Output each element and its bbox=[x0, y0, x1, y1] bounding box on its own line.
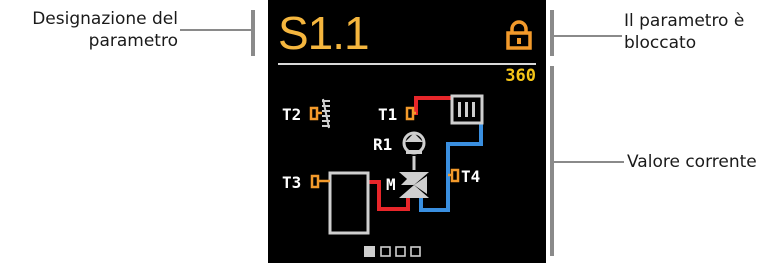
pump-r1-label: R1 bbox=[373, 135, 392, 154]
right-top-callout-bracket bbox=[550, 10, 554, 56]
page-indicator-dot-1-active bbox=[364, 246, 375, 257]
parameter-locked-label: Il parametro è bloccato bbox=[624, 10, 744, 54]
controller-screen: S1.1 360 T2 T1 R1 T3 T4 M bbox=[268, 0, 546, 263]
right-mid-callout-leader bbox=[554, 161, 624, 163]
parameter-locked-line-2: bloccato bbox=[624, 33, 697, 53]
current-value-label: Valore corrente bbox=[627, 152, 757, 172]
left-callout-bracket bbox=[251, 10, 255, 56]
sensor-t4-label: T4 bbox=[461, 167, 480, 186]
cold-pipes bbox=[419, 121, 483, 212]
page-indicator-dot-4 bbox=[410, 246, 421, 257]
storage-tank-icon bbox=[328, 171, 370, 235]
right-top-callout-leader bbox=[554, 35, 622, 37]
sensor-t2-connector bbox=[309, 106, 319, 121]
sensor-t2-element bbox=[322, 98, 330, 129]
parameter-locked-line-1: Il parametro è bbox=[624, 11, 745, 31]
sensor-t1-label: T1 bbox=[378, 105, 397, 124]
sensor-t3-label: T3 bbox=[282, 173, 301, 192]
mixing-valve-icon bbox=[399, 172, 429, 198]
left-callout-leader bbox=[180, 29, 252, 31]
hydraulic-scheme: T2 T1 R1 T3 T4 M bbox=[282, 94, 484, 257]
page-indicator bbox=[364, 246, 421, 257]
hot-pipe-t1-to-radiator bbox=[414, 96, 454, 115]
radiator-icon bbox=[450, 94, 484, 125]
pump-icon bbox=[402, 131, 426, 155]
sensor-t3-connector bbox=[310, 174, 320, 189]
sensor-t2-label: T2 bbox=[282, 105, 301, 124]
parameter-designation-label: Designazione del parametro bbox=[6, 8, 178, 52]
page-indicator-dot-3 bbox=[395, 246, 406, 257]
page-indicator-dot-2 bbox=[380, 246, 391, 257]
parameter-designation-line-1: Designazione del bbox=[32, 9, 178, 29]
sensor-t4-connector bbox=[450, 168, 460, 183]
cold-pipe-radiator-return bbox=[419, 121, 483, 212]
mixing-valve-m-label: M bbox=[386, 175, 396, 194]
parameter-designation-line-2: parametro bbox=[88, 31, 178, 51]
sensor-t1-connector bbox=[405, 106, 415, 121]
